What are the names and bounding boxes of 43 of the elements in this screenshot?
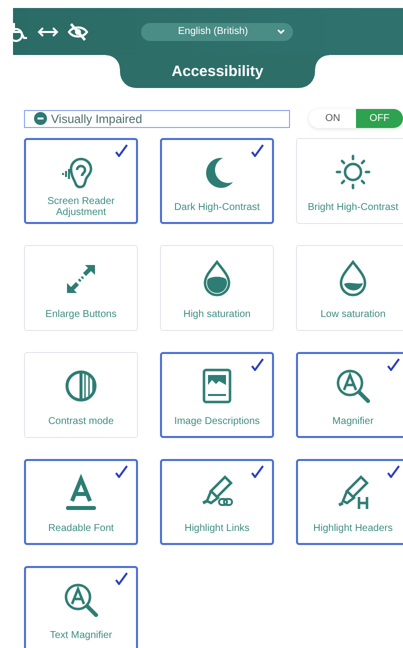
option-card[interactable]: Low saturation xyxy=(296,245,403,331)
profile-field[interactable]: Visually Impaired xyxy=(24,110,290,128)
panel-title: Accessibility xyxy=(106,55,329,88)
option-label: Readable Font xyxy=(48,522,114,534)
checkmark-icon xyxy=(115,465,128,478)
option-card[interactable]: Bright High-Contrast xyxy=(296,138,403,224)
option-label: Bright High-Contrast xyxy=(308,202,398,213)
eye-slash-icon[interactable] xyxy=(67,20,89,42)
option-label: Screen Reader Adjustment xyxy=(46,196,116,218)
option-label: Magnifier xyxy=(332,416,374,426)
language-select[interactable]: English (British) xyxy=(141,22,293,40)
checkmark-icon xyxy=(251,465,264,478)
option-card[interactable]: Contrast mode xyxy=(24,352,138,438)
minus-circle-icon xyxy=(34,112,47,125)
option-card[interactable]: Text Magnifier xyxy=(24,566,138,648)
sun-icon xyxy=(333,152,373,192)
option-card[interactable]: Screen Reader Adjustment xyxy=(24,138,138,224)
option-label: High saturation xyxy=(183,309,251,320)
option-label: Image Descriptions xyxy=(174,416,260,426)
option-card[interactable]: Magnifier xyxy=(296,352,403,438)
option-card[interactable]: Image Descriptions xyxy=(160,352,274,438)
checkmark-icon xyxy=(251,358,264,371)
option-label: Text Magnifier xyxy=(50,630,112,640)
checkmark-icon xyxy=(387,358,400,371)
option-card[interactable]: Dark High-Contrast xyxy=(160,138,274,224)
checkmark-icon xyxy=(387,465,400,478)
option-card[interactable]: Enlarge Buttons xyxy=(24,245,138,331)
option-card[interactable]: High saturation xyxy=(160,245,274,331)
checkmark-icon xyxy=(251,144,264,157)
chevron-down-icon xyxy=(277,28,285,34)
toggle-option[interactable]: OFF xyxy=(356,109,403,128)
option-label: Low saturation xyxy=(320,309,386,320)
option-label: Dark High-Contrast xyxy=(174,202,260,212)
profile-value: Visually Impaired xyxy=(51,112,142,126)
option-label: Contrast mode xyxy=(48,416,114,427)
checkmark-icon xyxy=(115,144,128,157)
option-card[interactable]: Readable Font xyxy=(24,459,138,545)
option-card[interactable]: Highlight Headers xyxy=(296,459,403,545)
option-label: Highlight Headers xyxy=(313,522,393,534)
option-label: Highlight Links xyxy=(184,522,250,534)
option-card[interactable]: Highlight Links xyxy=(160,459,274,545)
checkmark-icon xyxy=(115,572,128,585)
option-label: Enlarge Buttons xyxy=(45,309,117,320)
